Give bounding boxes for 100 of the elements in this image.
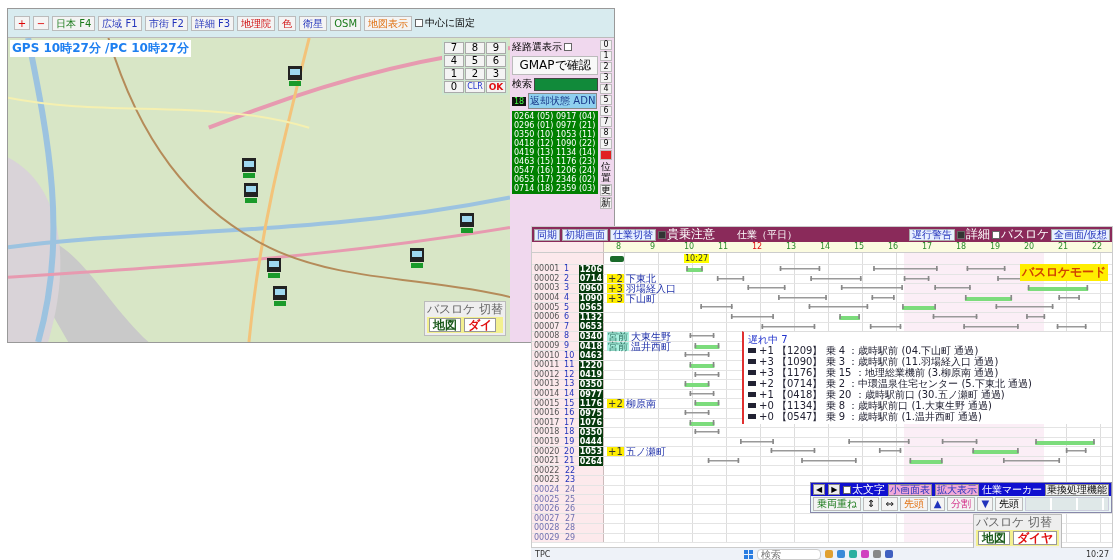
- keypad-key[interactable]: 6: [486, 55, 506, 67]
- zoom-button[interactable]: −: [33, 16, 49, 30]
- bus-marker-icon[interactable]: [288, 66, 302, 86]
- number-button[interactable]: 9: [600, 139, 612, 149]
- tool-button[interactable]: ▲: [929, 497, 946, 511]
- clear-button[interactable]: [600, 150, 612, 160]
- map-mode-button[interactable]: 衛星: [299, 15, 328, 31]
- tool-button[interactable]: ⇕: [863, 497, 880, 511]
- nav-button[interactable]: ▶: [828, 484, 841, 495]
- gmap-button[interactable]: GMAPで確認: [512, 56, 598, 75]
- mode-button[interactable]: ダイヤ: [1013, 531, 1057, 545]
- bus-list-item[interactable]: 0264 (05): [514, 112, 554, 121]
- bus-list-item[interactable]: 1176 (23): [556, 157, 596, 166]
- status-button[interactable]: 返却状態 ADN: [528, 93, 598, 109]
- option-checkbox[interactable]: 貴乗注意: [658, 228, 715, 241]
- bus-list-item[interactable]: 1090 (22): [556, 139, 596, 148]
- zoom-button[interactable]: +: [14, 16, 30, 30]
- app-notification[interactable]: TPC: [535, 549, 551, 559]
- mode-button[interactable]: ダイ: [464, 318, 497, 332]
- tool-button[interactable]: 乗両重ね: [813, 497, 861, 511]
- view-button[interactable]: 拡大表示: [935, 483, 980, 496]
- delay-text[interactable]: +1 【0418】 乗 20 ：歳時駅前口 (30.五ノ瀬町 通過): [759, 389, 1005, 400]
- bus-list-item[interactable]: 1206 (24): [556, 166, 596, 175]
- keypad-key[interactable]: 2: [465, 68, 485, 80]
- bus-marker-icon[interactable]: [244, 183, 258, 203]
- taskbar-search-field[interactable]: 検索: [756, 548, 821, 560]
- map-mode-button[interactable]: 地理院: [237, 15, 276, 31]
- delay-text[interactable]: +0 【0547】 乗 9 ：歳時駅前 (1.温井西町 通過): [759, 411, 982, 422]
- update-button[interactable]: 新: [600, 197, 612, 209]
- bold-checkbox[interactable]: 太文字: [843, 483, 886, 496]
- number-button[interactable]: 4: [600, 84, 612, 94]
- bus-list-item[interactable]: 2359 (03): [556, 184, 596, 193]
- view-button[interactable]: 小画面表: [888, 483, 933, 496]
- bus-list-item[interactable]: 0350 (10): [514, 130, 554, 139]
- map-mode-button[interactable]: 市街 F2: [144, 15, 188, 31]
- route-toggle-checkbox[interactable]: 経路選表示: [512, 40, 598, 54]
- number-button[interactable]: 1: [600, 51, 612, 61]
- keypad-key[interactable]: 0: [444, 81, 464, 93]
- toolbar-button[interactable]: 仕業切替: [610, 228, 656, 241]
- option-checkbox[interactable]: バスロケ: [991, 228, 1049, 241]
- toolbar-button[interactable]: 遅行警告: [908, 228, 955, 241]
- number-button[interactable]: 7: [600, 117, 612, 127]
- keypad-key[interactable]: CLR: [465, 81, 485, 93]
- bus-list-item[interactable]: 0419 (13): [514, 148, 554, 157]
- keypad-key[interactable]: 5: [465, 55, 485, 67]
- bus-marker-icon[interactable]: [460, 213, 474, 233]
- bus-list-item[interactable]: 0977 (21): [556, 121, 596, 130]
- bus-list-item[interactable]: 1053 (11): [556, 130, 596, 139]
- number-button[interactable]: 8: [600, 128, 612, 138]
- mode-button[interactable]: 地図: [429, 318, 462, 332]
- number-button[interactable]: 6: [600, 106, 612, 116]
- number-button[interactable]: 2: [600, 62, 612, 72]
- map-mode-button[interactable]: 色: [278, 15, 297, 31]
- bus-list-item[interactable]: 0653 (17): [514, 175, 554, 184]
- bus-list-item[interactable]: 2346 (02): [556, 175, 596, 184]
- delay-text[interactable]: +1 【1209】 乗 4 ：歳時駅前 (04.下山町 通過): [759, 345, 979, 356]
- bus-list-item[interactable]: 0547 (16): [514, 166, 554, 175]
- bus-list-item[interactable]: 0714 (18): [514, 184, 554, 193]
- tool-button[interactable]: ▼: [977, 497, 994, 511]
- delay-text[interactable]: +3 【1176】 乗 15 ：地理総業機前 (3.柳原南 通過): [759, 367, 999, 378]
- search-field[interactable]: [534, 77, 598, 91]
- update-button[interactable]: 更: [600, 184, 612, 196]
- bus-marker-icon[interactable]: [242, 158, 256, 178]
- keypad-key[interactable]: 8: [465, 42, 485, 54]
- number-button[interactable]: 5: [600, 95, 612, 105]
- delay-text[interactable]: +2 【0714】 乗 2 ：中環温泉住宅センター (5.下東北 通過): [759, 378, 1032, 389]
- bus-list-item[interactable]: 0296 (01): [514, 121, 554, 130]
- tool-button[interactable]: 分割: [947, 497, 976, 511]
- map-mode-button[interactable]: OSM: [330, 15, 362, 31]
- nav-button[interactable]: ◀: [813, 484, 826, 495]
- bus-marker-icon[interactable]: [273, 286, 287, 306]
- bus-marker-icon[interactable]: [410, 248, 424, 268]
- bus-marker-icon[interactable]: [267, 258, 281, 278]
- tool-button[interactable]: 先頭: [995, 497, 1024, 511]
- keypad-key[interactable]: 1: [444, 68, 464, 80]
- bus-list-item[interactable]: 0917 (04): [556, 112, 596, 121]
- pin-center-checkbox[interactable]: 中心に固定: [415, 16, 476, 30]
- toolbar-button[interactable]: 全画面/仮想: [1050, 228, 1110, 241]
- keypad-key[interactable]: 4: [444, 55, 464, 67]
- map-mode-button[interactable]: 広域 F1: [98, 15, 142, 31]
- tool-button[interactable]: ⇔: [881, 497, 898, 511]
- delay-text[interactable]: +3 【1090】 乗 3 ：歳時駅前 (11.羽場経入口 通過): [759, 356, 999, 367]
- toolbar-button[interactable]: 初期画面: [562, 228, 608, 241]
- number-button[interactable]: 3: [600, 73, 612, 83]
- keypad-key[interactable]: OK: [486, 81, 506, 93]
- mode-button[interactable]: 地図: [978, 531, 1010, 545]
- transfer-button[interactable]: 乗換処理機能: [1045, 483, 1110, 496]
- delay-text[interactable]: +0 【1134】 乗 8 ：歳時駅前口 (1.大東生野 通過): [759, 400, 992, 411]
- keypad-key[interactable]: 3: [486, 68, 506, 80]
- bus-list-item[interactable]: 0418 (12): [514, 139, 554, 148]
- start-icon[interactable]: [743, 549, 753, 559]
- option-checkbox[interactable]: 詳細: [956, 228, 990, 241]
- keypad-key[interactable]: 9: [486, 42, 506, 54]
- number-button[interactable]: 0: [600, 40, 612, 50]
- map-mode-button[interactable]: 日本 F4: [52, 15, 96, 31]
- keypad-key[interactable]: 7: [444, 42, 464, 54]
- toolbar-button[interactable]: 同期: [534, 228, 560, 241]
- map-mode-button[interactable]: 詳細 F3: [190, 15, 235, 31]
- bus-list-item[interactable]: 0463 (15): [514, 157, 554, 166]
- bus-list-item[interactable]: 1134 (14): [556, 148, 596, 157]
